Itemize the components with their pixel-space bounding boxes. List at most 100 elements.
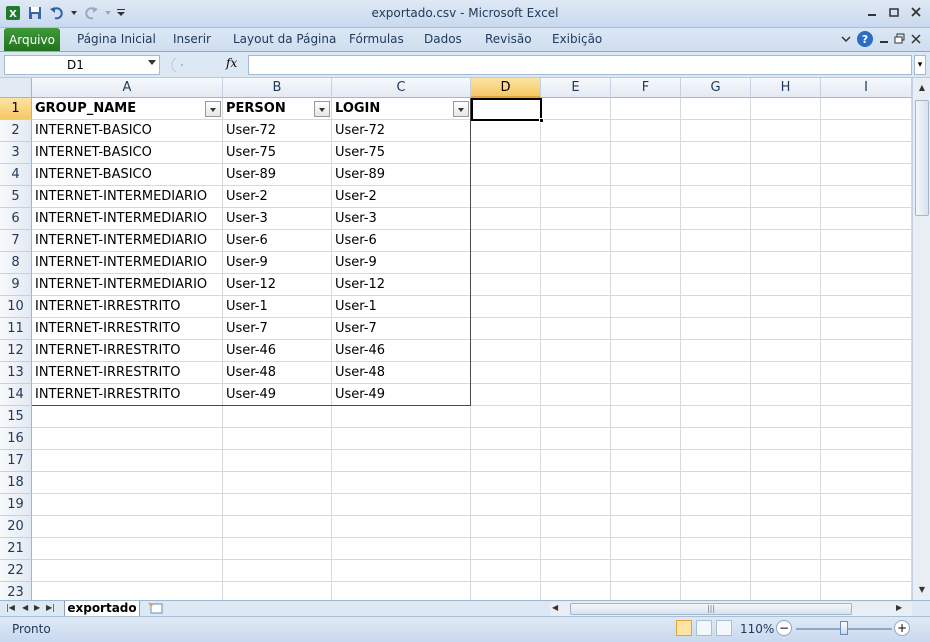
cell-b6[interactable]: User-3 [223,208,332,230]
row-header-6[interactable]: 6 [0,208,32,230]
cell-i20[interactable] [821,516,912,538]
cell-a4[interactable]: INTERNET-BASICO [32,164,223,186]
cell-a2[interactable]: INTERNET-BASICO [32,120,223,142]
sheet-tab-exportado[interactable]: exportado [64,601,140,617]
row-header-11[interactable]: 11 [0,318,32,340]
name-box-dropdown-icon[interactable] [148,60,156,65]
cell-a5[interactable]: INTERNET-INTERMEDIARIO [32,186,223,208]
cell-d16[interactable] [471,428,541,450]
horizontal-scroll-thumb[interactable]: ||| [570,603,852,615]
row-header-15[interactable]: 15 [0,406,32,428]
cell-d10[interactable] [471,296,541,318]
tab-insert[interactable]: Inserir [173,32,211,46]
cell-f21[interactable] [611,538,681,560]
row-header-8[interactable]: 8 [0,252,32,274]
cell-i5[interactable] [821,186,912,208]
cell-f18[interactable] [611,472,681,494]
cell-g19[interactable] [681,494,751,516]
column-header-g[interactable]: G [681,78,751,98]
row-header-12[interactable]: 12 [0,340,32,362]
cell-e5[interactable] [541,186,611,208]
cell-f3[interactable] [611,142,681,164]
cell-h11[interactable] [751,318,821,340]
cell-g23[interactable] [681,582,751,600]
row-header-2[interactable]: 2 [0,120,32,142]
column-header-h[interactable]: H [751,78,821,98]
cell-f13[interactable] [611,362,681,384]
cell-i8[interactable] [821,252,912,274]
cell-h18[interactable] [751,472,821,494]
cell-i14[interactable] [821,384,912,406]
cell-e15[interactable] [541,406,611,428]
cell-e20[interactable] [541,516,611,538]
cell-c4[interactable]: User-89 [332,164,471,186]
cell-f6[interactable] [611,208,681,230]
cell-h15[interactable] [751,406,821,428]
cell-d5[interactable] [471,186,541,208]
cell-g8[interactable] [681,252,751,274]
cell-d22[interactable] [471,560,541,582]
cell-c20[interactable] [332,516,471,538]
cell-c22[interactable] [332,560,471,582]
cell-e22[interactable] [541,560,611,582]
cell-g7[interactable] [681,230,751,252]
cell-i18[interactable] [821,472,912,494]
cell-g2[interactable] [681,120,751,142]
cell-e10[interactable] [541,296,611,318]
cell-b13[interactable]: User-48 [223,362,332,384]
cell-f19[interactable] [611,494,681,516]
cell-c8[interactable]: User-9 [332,252,471,274]
cell-i10[interactable] [821,296,912,318]
cell-a16[interactable] [32,428,223,450]
cell-c14[interactable]: User-49 [332,384,471,406]
cell-f9[interactable] [611,274,681,296]
help-icon[interactable]: ? [856,30,874,51]
cell-c10[interactable]: User-1 [332,296,471,318]
cell-a6[interactable]: INTERNET-INTERMEDIARIO [32,208,223,230]
tab-formulas[interactable]: Fórmulas [349,32,404,46]
cell-i22[interactable] [821,560,912,582]
row-header-1[interactable]: 1 [0,98,32,120]
column-header-b[interactable]: B [223,78,332,98]
cell-f23[interactable] [611,582,681,600]
cell-f11[interactable] [611,318,681,340]
cell-b14[interactable]: User-49 [223,384,332,406]
cell-e6[interactable] [541,208,611,230]
cell-e8[interactable] [541,252,611,274]
cell-c9[interactable]: User-12 [332,274,471,296]
cell-h16[interactable] [751,428,821,450]
cell-b4[interactable]: User-89 [223,164,332,186]
cell-g20[interactable] [681,516,751,538]
cell-g14[interactable] [681,384,751,406]
cell-i4[interactable] [821,164,912,186]
filter-dropdown-icon[interactable] [205,101,221,117]
cell-i9[interactable] [821,274,912,296]
scroll-left-icon[interactable]: ◀ [552,603,558,612]
cell-g5[interactable] [681,186,751,208]
zoom-in-button[interactable]: + [894,620,910,636]
cell-b22[interactable] [223,560,332,582]
cell-d20[interactable] [471,516,541,538]
cell-f5[interactable] [611,186,681,208]
cell-c2[interactable]: User-72 [332,120,471,142]
cell-b12[interactable]: User-46 [223,340,332,362]
row-header-4[interactable]: 4 [0,164,32,186]
cell-i1[interactable] [821,98,912,120]
cell-i13[interactable] [821,362,912,384]
cell-a8[interactable]: INTERNET-INTERMEDIARIO [32,252,223,274]
insert-sheet-icon[interactable] [145,602,165,616]
cell-c15[interactable] [332,406,471,428]
cell-g12[interactable] [681,340,751,362]
cell-f8[interactable] [611,252,681,274]
cell-g21[interactable] [681,538,751,560]
cell-e23[interactable] [541,582,611,600]
filter-dropdown-icon[interactable] [314,101,330,117]
cell-c16[interactable] [332,428,471,450]
cell-e16[interactable] [541,428,611,450]
workbook-restore-icon[interactable] [894,33,906,48]
cell-b2[interactable]: User-72 [223,120,332,142]
cell-h2[interactable] [751,120,821,142]
cell-i15[interactable] [821,406,912,428]
name-box[interactable]: D1 [4,55,160,75]
column-header-e[interactable]: E [541,78,611,98]
